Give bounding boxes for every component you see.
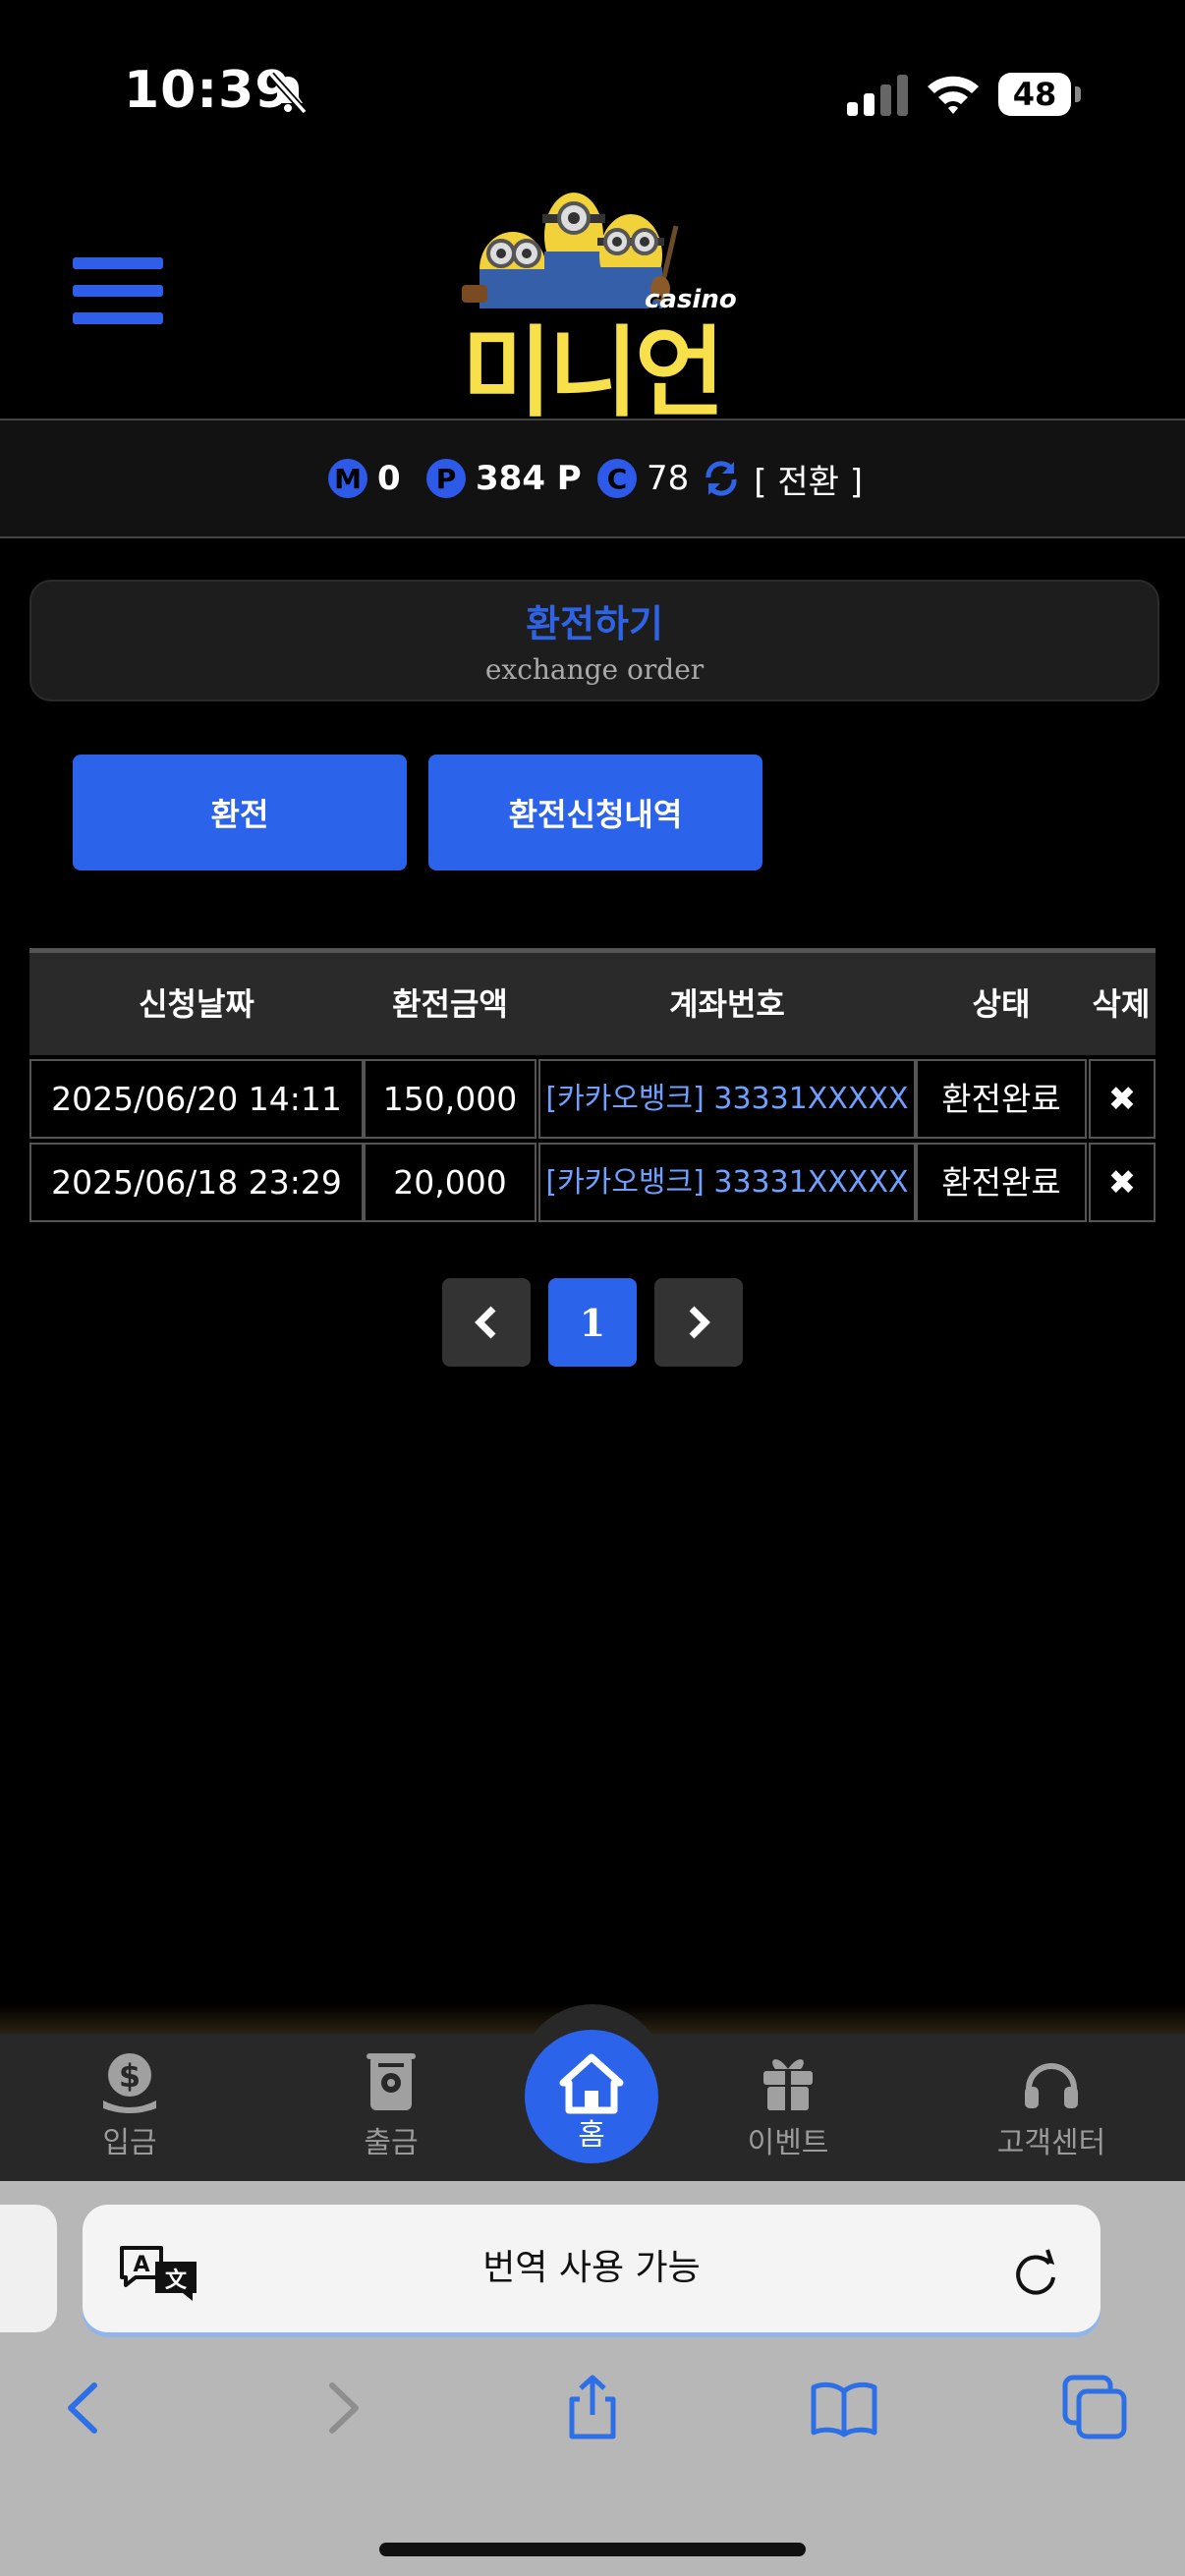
reload-icon[interactable] <box>1010 2248 1061 2299</box>
convert-button[interactable]: [ 전환 ] <box>754 455 863 503</box>
point-badge-icon: P <box>426 459 466 498</box>
money-balance: M 0 <box>328 456 401 501</box>
nav-home[interactable]: 홈 <box>525 2030 658 2163</box>
row-amount: 150,000 <box>364 1059 536 1139</box>
points-bar: M 0 P 384 P C 78 [ 전환 ] <box>0 419 1185 538</box>
row-amount: 20,000 <box>364 1143 536 1222</box>
col-delete: 삭제 <box>1092 985 1151 1023</box>
home-indicator <box>379 2543 806 2556</box>
col-amount: 환전금액 <box>392 985 508 1023</box>
table-row: 2025/06/18 23:29 20,000 [카카오뱅크] 33331XXX… <box>29 1143 1156 1226</box>
address-text: 번역 사용 가능 <box>482 2248 701 2288</box>
bookmarks-icon[interactable] <box>810 2374 878 2442</box>
close-icon: ✖ <box>1107 1080 1137 1119</box>
money-value: 0 <box>377 459 401 498</box>
page-title: 환전하기 <box>526 602 663 645</box>
close-icon: ✖ <box>1107 1163 1137 1203</box>
row-status: 환전완료 <box>916 1143 1087 1222</box>
row-date: 2025/06/20 14:11 <box>29 1059 364 1139</box>
page-subtitle: exchange order <box>484 653 705 686</box>
row-date: 2025/06/18 23:29 <box>29 1143 364 1222</box>
page-1-button[interactable]: 1 <box>548 1278 637 1367</box>
col-status: 상태 <box>972 985 1031 1023</box>
exchange-history-table: 신청날짜 환전금액 계좌번호 상태 삭제 2025/06/20 14:11 15… <box>29 948 1156 1226</box>
nav-home-label: 홈 <box>578 2118 605 2153</box>
table-header: 신청날짜 환전금액 계좌번호 상태 삭제 <box>29 948 1156 1055</box>
battery-indicator: 48 <box>998 73 1081 116</box>
bell-muted-icon <box>268 72 308 115</box>
next-page-button[interactable] <box>654 1278 743 1367</box>
chevron-right-icon <box>689 1306 710 1339</box>
browser-toolbar: A 文 번역 사용 가능 <box>0 2181 1185 2576</box>
delete-button[interactable]: ✖ <box>1089 1059 1156 1139</box>
hamburger-menu-icon[interactable] <box>73 257 163 336</box>
share-icon[interactable] <box>558 2374 627 2442</box>
delete-button[interactable]: ✖ <box>1089 1143 1156 1222</box>
tabs-icon[interactable] <box>1061 2374 1130 2442</box>
prev-page-button[interactable] <box>442 1278 531 1367</box>
nav-support[interactable]: 고객센터 <box>953 2049 1150 2161</box>
chevron-left-icon <box>475 1306 496 1339</box>
col-date: 신청날짜 <box>139 985 254 1023</box>
coin-badge-icon: C <box>597 459 637 498</box>
forward-icon[interactable] <box>307 2374 375 2442</box>
atm-icon <box>367 2053 416 2110</box>
coin-balance: C 78 [ 전환 ] <box>597 455 863 503</box>
nav-support-label: 고객센터 <box>996 2126 1106 2160</box>
battery-level: 48 <box>998 73 1071 116</box>
headset-icon <box>1025 2063 1078 2108</box>
tab-exchange[interactable]: 환전 <box>73 755 407 870</box>
coin-value: 78 <box>647 459 690 498</box>
nav-withdraw[interactable]: 출금 <box>293 2049 489 2161</box>
row-account: [카카오뱅크] 33331XXXXX <box>538 1143 916 1222</box>
table-row: 2025/06/20 14:11 150,000 [카카오뱅크] 33331XX… <box>29 1059 1156 1143</box>
nav-deposit-label: 입금 <box>102 2126 157 2160</box>
refresh-convert-icon[interactable] <box>701 458 742 499</box>
nav-withdraw-label: 출금 <box>364 2126 419 2160</box>
row-account: [카카오뱅크] 33331XXXXX <box>538 1059 916 1139</box>
battery-cap <box>1075 86 1081 102</box>
row-status: 환전완료 <box>916 1059 1087 1139</box>
cellular-signal-icon <box>847 75 908 116</box>
col-account: 계좌번호 <box>669 985 785 1023</box>
nav-event[interactable]: 이벤트 <box>690 2049 886 2161</box>
address-bar[interactable]: A 文 번역 사용 가능 <box>83 2205 1100 2332</box>
nav-deposit[interactable]: $ 입금 <box>31 2049 228 2161</box>
wifi-icon <box>928 76 979 114</box>
point-value: 384 P <box>476 459 582 498</box>
gift-icon <box>763 2059 813 2110</box>
tab-exchange-history[interactable]: 환전신청내역 <box>428 755 762 870</box>
home-icon <box>559 2053 624 2114</box>
money-badge-icon: M <box>328 459 367 498</box>
status-bar: 10:39 48 <box>0 0 1185 187</box>
previous-tab-peek[interactable] <box>0 2205 57 2332</box>
nav-event-label: 이벤트 <box>747 2126 829 2160</box>
page-title-box: 환전하기 exchange order <box>29 580 1159 701</box>
point-balance: P 384 P <box>426 456 582 501</box>
logo-wordmark[interactable]: 미니언 <box>454 293 729 435</box>
svg-text:$: $ <box>119 2057 141 2095</box>
site-header: casino 미니언 <box>0 187 1185 430</box>
back-icon[interactable] <box>51 2374 120 2442</box>
dollar-coin-icon: $ <box>103 2053 156 2113</box>
